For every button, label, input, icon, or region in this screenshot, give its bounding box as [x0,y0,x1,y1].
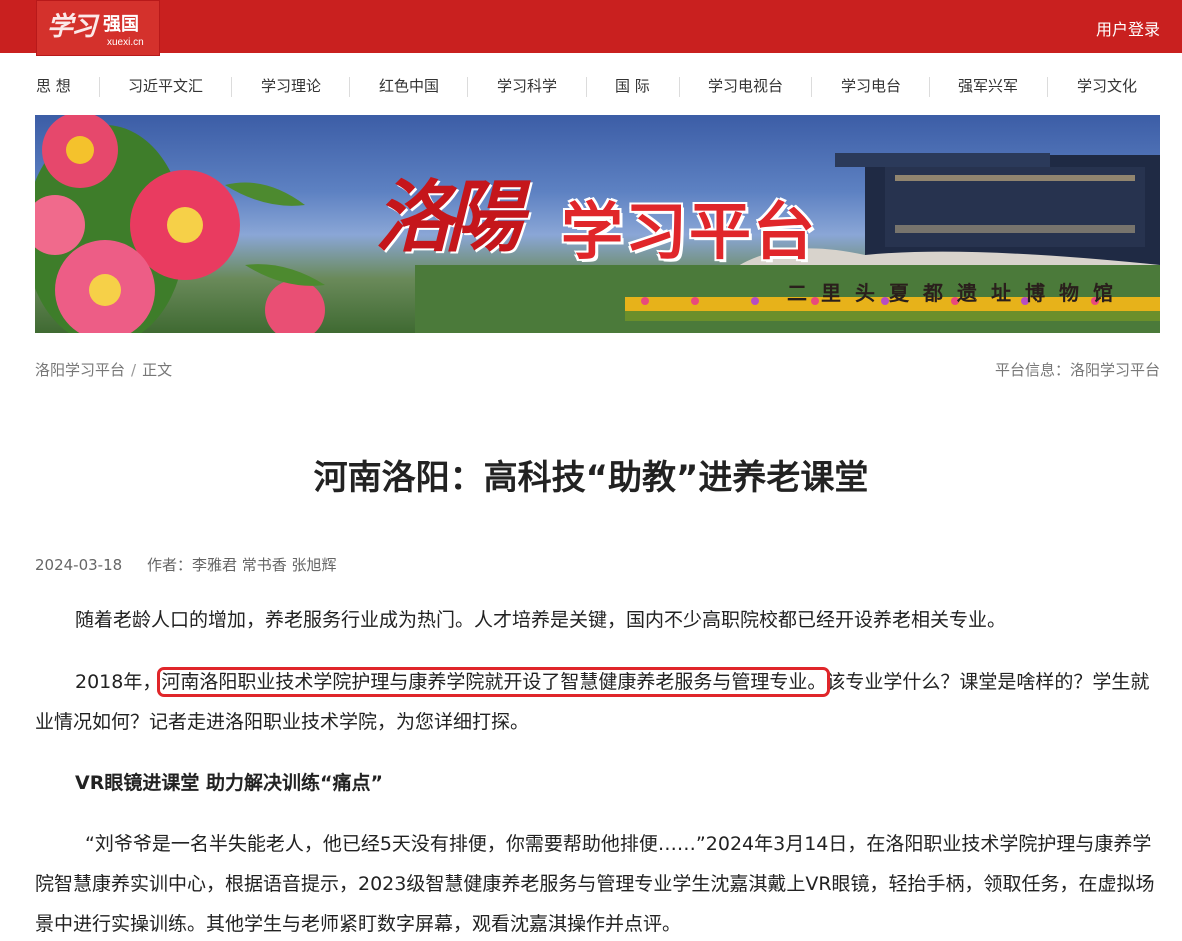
nav-item-science[interactable]: 学习科学 [497,75,557,96]
nav-divider [679,77,680,97]
platform-banner: 洛陽 学习平台 二里头夏都遗址博物馆 [35,115,1160,333]
platform-info: 平台信息：洛阳学习平台 [994,361,1160,379]
nav-item-xi-wenhui[interactable]: 习近平文汇 [128,75,203,96]
nav-item-red-china[interactable]: 红色中国 [379,75,439,96]
article-paragraph: 2018年，河南洛阳职业技术学院护理与康养学院就开设了智慧健康养老服务与管理专业… [35,662,1160,742]
nav-item-thought[interactable]: 思 想 [36,75,71,96]
logo-brand-text: 强国 [103,14,139,35]
nav-divider [349,77,350,97]
nav-item-military[interactable]: 强军兴军 [958,75,1018,96]
nav-divider [1047,77,1048,97]
article-title: 河南洛阳：高科技“助教”进养老课堂 [313,458,869,498]
breadcrumb: 洛阳学习平台 / 正文 [35,359,178,380]
banner-museum-name: 二里头夏都遗址博物馆 [787,281,1127,305]
logo-domain-text: xuexi.cn [107,37,144,48]
nav-item-theory[interactable]: 学习理论 [261,75,321,96]
article-subheading: VR眼镜进课堂 助力解决训练“痛点” [75,772,383,794]
article-date: 2024-03-18 [35,556,123,574]
article-author: 作者：李雅君 常书香 张旭辉 [146,556,337,574]
breadcrumb-separator: / [131,361,137,379]
nav-divider [811,77,812,97]
login-link[interactable]: 用户登录 [1096,16,1160,40]
nav-divider [231,77,232,97]
nav-item-tv[interactable]: 学习电视台 [708,75,783,96]
logo-script-text: 学习 [47,12,97,42]
nav-item-international[interactable]: 国 际 [615,75,650,96]
article-paragraph: 随着老龄人口的增加，养老服务行业成为热门。人才培养是关键，国内不少高职院校都已经… [75,609,1007,631]
xuexi-logo[interactable]: 学习 强国 xuexi.cn [36,0,160,56]
banner-calligraphy: 洛陽 [375,172,523,263]
article-paragraph: “刘爷爷是一名半失能老人，他已经5天没有排便，你需要帮助他排便……”2024年3… [35,833,1155,935]
nav-divider [467,77,468,97]
banner-title: 学习平台 [561,195,818,268]
main-nav: 思 想 习近平文汇 学习理论 红色中国 学习科学 国 际 学习电视台 学习电台 … [0,53,1182,115]
paragraph-text: 2018年， [75,671,162,693]
nav-divider [99,77,100,97]
nav-item-radio[interactable]: 学习电台 [841,75,901,96]
nav-divider [586,77,587,97]
breadcrumb-current: 正文 [142,361,173,379]
highlighted-sentence: 河南洛阳职业技术学院护理与康养学院就开设了智慧健康养老服务与管理专业。 [157,667,831,697]
nav-item-culture[interactable]: 学习文化 [1077,75,1137,96]
article-meta: 2024-03-18 作者：李雅君 常书香 张旭辉 [35,554,337,575]
top-header-bar: 学习 强国 xuexi.cn 用户登录 [0,0,1182,56]
nav-divider [929,77,930,97]
breadcrumb-home[interactable]: 洛阳学习平台 [35,361,125,379]
